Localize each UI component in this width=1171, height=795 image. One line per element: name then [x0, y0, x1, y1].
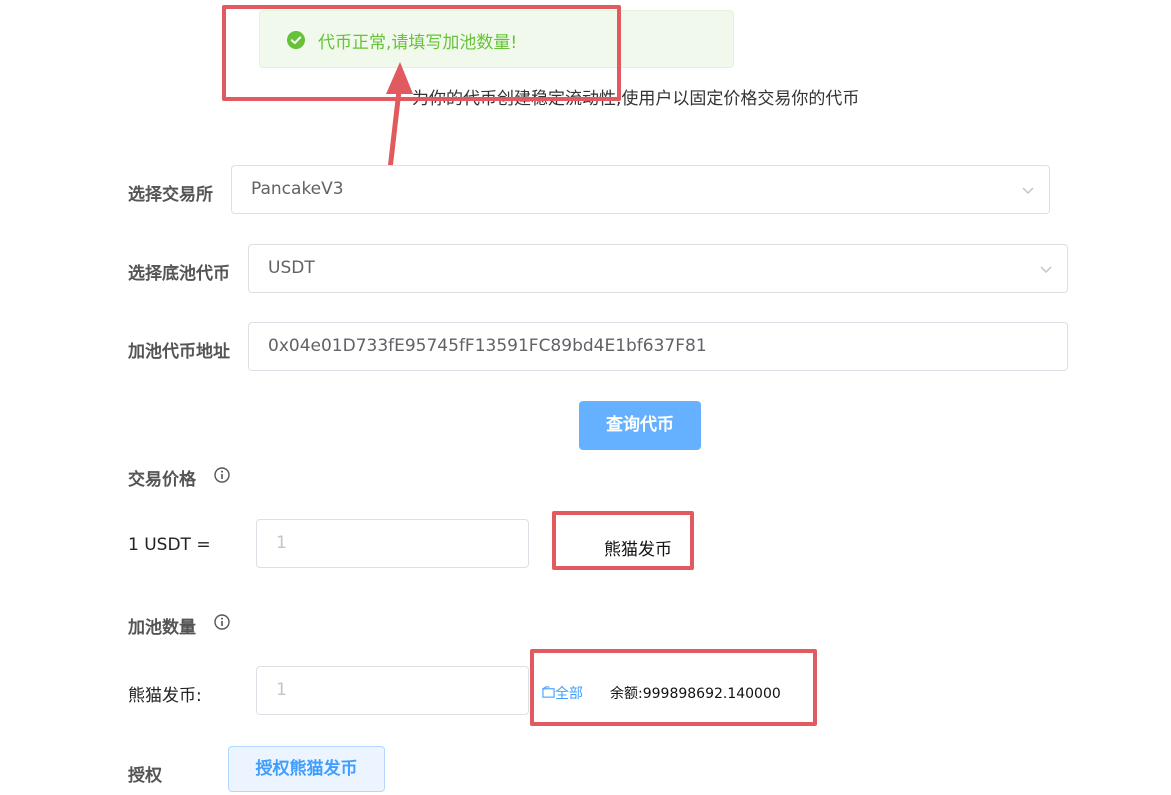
price-input[interactable]: 1 — [256, 519, 529, 568]
amount-input[interactable]: 1 — [256, 666, 529, 715]
query-token-button[interactable]: 查询代币 — [579, 401, 701, 450]
info-icon[interactable] — [214, 614, 230, 630]
base-token-label: 选择底池代币 — [128, 264, 230, 284]
exchange-label: 选择交易所 — [128, 185, 213, 205]
token-address-input[interactable]: 0x04e01D733fE95745fF13591FC89bd4E1bf637F… — [248, 322, 1068, 371]
price-section-label: 交易价格 — [128, 470, 196, 490]
balance-highlight-box — [530, 649, 817, 726]
chevron-down-icon — [1040, 266, 1052, 274]
token-address-label: 加池代币地址 — [128, 342, 230, 362]
token-name-highlight-box — [552, 511, 694, 570]
base-token-select[interactable]: USDT — [248, 244, 1068, 293]
add-liquidity-page: 代币正常,请填写加池数量! 为你的代币创建稳定流动性,使用户以固定价格交易你的代… — [0, 0, 1171, 795]
amount-token-label: 熊猫发币: — [128, 686, 202, 706]
authorize-token-button[interactable]: 授权熊猫发币 — [228, 746, 385, 792]
info-icon[interactable] — [214, 467, 230, 483]
authorize-label: 授权 — [128, 766, 162, 786]
exchange-select[interactable]: PancakeV3 — [231, 165, 1050, 214]
price-input-placeholder: 1 — [276, 533, 287, 553]
chevron-down-icon — [1022, 187, 1034, 195]
amount-input-placeholder: 1 — [276, 680, 287, 700]
base-token-selected-value: USDT — [268, 258, 315, 278]
token-address-value: 0x04e01D733fE95745fF13591FC89bd4E1bf637F… — [268, 336, 707, 356]
amount-section-label: 加池数量 — [128, 618, 196, 638]
price-rate-label: 1 USDT = — [128, 535, 211, 555]
exchange-selected-value: PancakeV3 — [251, 179, 344, 199]
toast-highlight-box — [222, 5, 621, 101]
